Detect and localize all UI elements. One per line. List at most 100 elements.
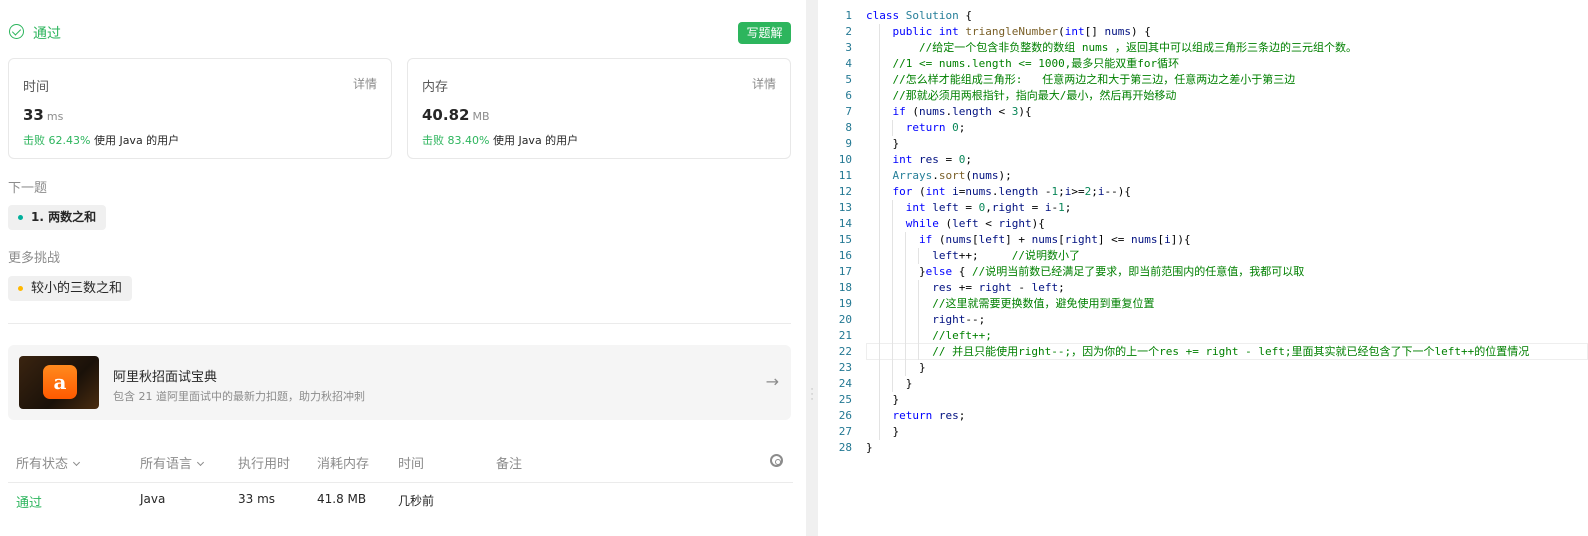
code-line[interactable]: 25 } — [818, 392, 1588, 408]
code-text: return res; — [892, 409, 966, 422]
code-line[interactable]: 16 left++; //说明数小了 — [818, 248, 1588, 264]
line-number: 2 — [845, 25, 852, 38]
code-line[interactable]: 17 }else { //说明当前数已经满足了要求，即当前范围内的任意值，我都可… — [818, 264, 1588, 280]
language-filter-dropdown[interactable]: 所有语言 — [140, 453, 205, 472]
line-number: 20 — [838, 313, 852, 326]
code-text: } — [866, 377, 913, 390]
code-text: if (nums.length < 3){ — [892, 105, 1032, 118]
code-text: int res = 0; — [892, 153, 973, 166]
code-line[interactable]: 26 return res; — [818, 408, 1588, 424]
code-line[interactable]: 8 return 0; — [818, 120, 1588, 136]
runtime-beat-suffix: 使用 Java 的用户 — [93, 134, 180, 147]
line-number: 26 — [838, 409, 852, 422]
memory-value: 40.82 — [422, 106, 470, 124]
code-line[interactable]: 11 Arrays.sort(nums); — [818, 168, 1588, 184]
line-number: 9 — [845, 137, 852, 150]
banner-image: a — [19, 356, 99, 409]
difficulty-dot-icon — [18, 215, 23, 220]
line-number: 3 — [845, 41, 852, 54]
code-text: // 并且只能使用right--;，因为你的上一个res += right - … — [932, 345, 1530, 358]
code-line[interactable]: 5 //怎么样才能组成三角形: 任意两边之和大于第三边，任意两边之差小于第三边 — [818, 72, 1588, 88]
line-number: 24 — [838, 377, 852, 390]
row-language: Java — [140, 492, 166, 506]
code-text: //left++; — [932, 329, 992, 342]
line-number: 21 — [838, 329, 852, 342]
arrow-right-icon: → — [765, 372, 779, 391]
banner-subtitle: 包含 21 道阿里面试中的最新力扣题，助力秋招冲刺 — [113, 390, 365, 403]
runtime-value: 33 — [23, 106, 44, 124]
code-text: //给定一个包含非负整数的数组 nums ，返回其中可以组成三角形三条边的三元组… — [918, 41, 1357, 54]
code-line[interactable]: 27 } — [818, 424, 1588, 440]
code-text: } — [866, 361, 926, 374]
line-number: 14 — [838, 217, 852, 230]
line-number: 28 — [838, 441, 852, 454]
code-line[interactable]: 12 for (int i=nums.length -1;i>=2;i--){ — [818, 184, 1588, 200]
code-line[interactable]: 14 while (left < right){ — [818, 216, 1588, 232]
row-memory: 41.8 MB — [317, 492, 367, 506]
code-line[interactable]: 7 if (nums.length < 3){ — [818, 104, 1588, 120]
line-number: 4 — [845, 57, 852, 70]
code-text: } — [866, 393, 900, 406]
runtime-card: 时间 详情 33 ms 击败 62.43% 使用 Java 的用户 — [8, 58, 392, 159]
code-line[interactable]: 20 right--; — [818, 312, 1588, 328]
code-line[interactable]: 13 int left = 0,right = i-1; — [818, 200, 1588, 216]
gear-icon[interactable] — [770, 454, 783, 467]
next-problem-chip[interactable]: 1. 两数之和 — [8, 205, 107, 230]
memory-beat-prefix: 击败 — [422, 134, 444, 147]
code-line[interactable]: 18 res += right - left; — [818, 280, 1588, 296]
indent-guide — [918, 280, 919, 360]
more-challenge-chip[interactable]: 较小的三数之和 — [8, 276, 133, 301]
code-line[interactable]: 4 //1 <= nums.length <= 1000,最多只能双重for循环 — [818, 56, 1588, 72]
code-line[interactable]: 2 public int triangleNumber(int[] nums) … — [818, 24, 1588, 40]
line-number: 27 — [838, 425, 852, 438]
promo-banner[interactable]: a 阿里秋招面试宝典 包含 21 道阿里面试中的最新力扣题，助力秋招冲刺 → — [8, 345, 791, 420]
banner-title: 阿里秋招面试宝典 — [113, 370, 218, 385]
status-filter-dropdown[interactable]: 所有状态 — [16, 453, 81, 472]
runtime-detail-link[interactable]: 详情 — [353, 75, 377, 92]
code-text: //这里就需要更换数值，避免使用到重复位置 — [932, 297, 1155, 310]
indent-guide — [892, 200, 893, 392]
panel-splitter[interactable]: · · · — [806, 0, 818, 536]
code-line[interactable]: 10 int res = 0; — [818, 152, 1588, 168]
memory-card: 内存 详情 40.82 MB 击败 83.40% 使用 Java 的用户 — [407, 58, 791, 159]
line-number: 16 — [838, 249, 852, 262]
line-number: 5 — [845, 73, 852, 86]
code-text: left++; //说明数小了 — [932, 249, 1080, 262]
status-filter-label: 所有状态 — [16, 457, 69, 472]
code-line[interactable]: 9 } — [818, 136, 1588, 152]
code-line[interactable]: 19 //这里就需要更换数值，避免使用到重复位置 — [818, 296, 1588, 312]
memory-detail-link[interactable]: 详情 — [752, 75, 776, 92]
code-line[interactable]: 6 //那就必须用两根指针，指向最大/最小，然后再开始移动 — [818, 88, 1588, 104]
write-solution-button[interactable]: 写题解 — [738, 22, 791, 44]
code-line[interactable]: 15 if (nums[left] + nums[right] <= nums[… — [818, 232, 1588, 248]
code-text: class Solution { — [866, 9, 972, 22]
code-text: for (int i=nums.length -1;i>=2;i--){ — [892, 185, 1132, 198]
memory-beat: 击败 83.40% 使用 Java 的用户 — [422, 132, 578, 148]
code-line[interactable]: 21 //left++; — [818, 328, 1588, 344]
code-line[interactable]: 23 } — [818, 360, 1588, 376]
table-row: 通过 Java 33 ms 41.8 MB 几秒前 — [8, 490, 793, 514]
runtime-beat: 击败 62.43% 使用 Java 的用户 — [23, 132, 179, 148]
code-text: //1 <= nums.length <= 1000,最多只能双重for循环 — [892, 57, 1180, 70]
more-challenges-label: 更多挑战 — [8, 251, 61, 266]
result-status: 通过 — [33, 26, 61, 42]
code-editor[interactable]: 1 class Solution { 2 public int triangleNu… — [818, 0, 1588, 536]
line-number: 25 — [838, 393, 852, 406]
code-line[interactable]: 1 class Solution { — [818, 8, 1588, 24]
code-line[interactable]: 28} — [818, 440, 1588, 456]
code-line[interactable]: 24 } — [818, 376, 1588, 392]
code-line[interactable]: 3 //给定一个包含非负整数的数组 nums ，返回其中可以组成三角形三条边的三… — [818, 40, 1588, 56]
code-line[interactable]: 22 // 并且只能使用right--;，因为你的上一个res += right… — [818, 344, 1588, 360]
code-text: Arrays.sort(nums); — [892, 169, 1012, 182]
line-number: 1 — [845, 9, 852, 22]
check-circle-icon — [9, 24, 24, 39]
code-text: } — [866, 425, 900, 438]
line-number: 19 — [838, 297, 852, 310]
submissions-table-header: 所有状态 所有语言 执行用时 消耗内存 时间 备注 — [8, 451, 793, 481]
row-status-link[interactable]: 通过 — [16, 492, 42, 511]
code-text: public int triangleNumber(int[] nums) { — [892, 25, 1151, 38]
indent-guide — [918, 248, 919, 264]
line-number: 13 — [838, 201, 852, 214]
line-number: 22 — [838, 345, 852, 358]
runtime-header: 执行用时 — [238, 457, 291, 472]
